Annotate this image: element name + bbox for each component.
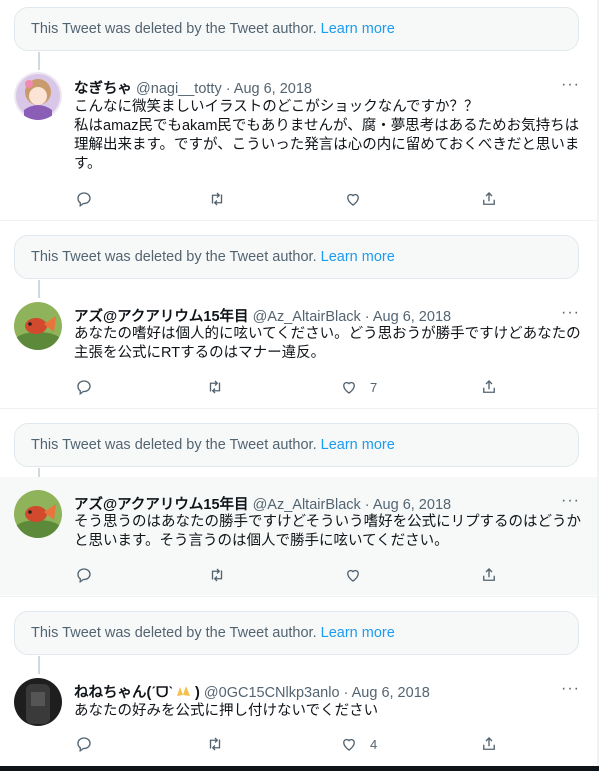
deleted-tweet-notice: This Tweet was deleted by the Tweet auth… <box>14 611 579 655</box>
like-count: 7 <box>370 379 378 395</box>
tweet[interactable]: アズ@アクアリウム15年目 @Az_AltairBlack · Aug 6, 2… <box>0 289 599 407</box>
learn-more-link[interactable]: Learn more <box>321 249 395 265</box>
reply-icon <box>77 192 91 208</box>
tweet-text: あなたの嗜好は個人的に呟いてください。どう思おうが勝手ですけどあなたの主張を公式… <box>74 326 581 361</box>
divider <box>0 220 599 221</box>
like-icon <box>347 569 359 582</box>
handle-date[interactable]: @Az_AltairBlack · Aug 6, 2018 <box>253 309 452 325</box>
retweet-icon <box>209 380 221 394</box>
deleted-notice-text: This Tweet was deleted by the Tweet auth… <box>31 625 317 641</box>
bottom-bar <box>0 766 599 771</box>
more-icon[interactable]: ··· <box>561 304 580 322</box>
reply-button[interactable] <box>75 566 93 584</box>
learn-more-link[interactable]: Learn more <box>321 437 395 453</box>
tweet-text: こんなに微笑ましいイラストのどこがショックなんですか？？ 私はamaz民でもak… <box>74 99 580 172</box>
retweet-button[interactable] <box>206 378 224 396</box>
more-icon[interactable]: ··· <box>561 76 580 94</box>
learn-more-link[interactable]: Learn more <box>321 21 395 37</box>
avatar[interactable] <box>14 302 62 350</box>
like-icon <box>347 193 359 206</box>
display-name[interactable]: なぎちゃ <box>74 81 132 97</box>
display-name[interactable]: アズ@アクアリウム15年目 <box>74 497 249 513</box>
share-icon <box>483 380 495 393</box>
retweet-button[interactable] <box>206 735 224 753</box>
share-icon <box>483 568 495 581</box>
divider <box>0 596 599 597</box>
handle-date[interactable]: @Az_AltairBlack · Aug 6, 2018 <box>253 497 452 513</box>
retweet-icon <box>209 737 221 751</box>
tweet-header: なぎちゃ @nagi__totty · Aug 6, 2018 <box>74 77 312 98</box>
avatar[interactable] <box>14 72 62 120</box>
avatar[interactable] <box>14 490 62 538</box>
share-button[interactable] <box>480 190 498 208</box>
tweet[interactable]: なぎちゃ @nagi__totty · Aug 6, 2018 ··· こんなに… <box>0 58 599 218</box>
deleted-tweet-notice: This Tweet was deleted by the Tweet auth… <box>14 423 579 467</box>
tweet-text: あなたの好みを公式に押し付けないでください <box>74 703 379 719</box>
tweet-header: アズ@アクアリウム15年目 @Az_AltairBlack · Aug 6, 2… <box>74 305 451 326</box>
reply-icon <box>77 737 91 753</box>
avatar[interactable] <box>14 678 62 726</box>
deleted-notice-text: This Tweet was deleted by the Tweet auth… <box>31 437 317 453</box>
like-button[interactable]: 7 <box>340 378 377 396</box>
like-icon <box>343 381 355 394</box>
retweet-button[interactable] <box>208 190 226 208</box>
display-name[interactable]: アズ@アクアリウム15年目 <box>74 309 249 325</box>
tweet-text: そう思うのはあなたの勝手ですけどそういう嗜好を公式にリプするのはどうかと思います… <box>74 514 582 549</box>
tweet[interactable]: ねねちゃん(ˊᗜˋ) @0GC15CNlkp3anlo · Aug 6, 201… <box>0 665 599 765</box>
display-name-end[interactable]: ) <box>195 685 200 701</box>
reply-button[interactable] <box>75 735 93 753</box>
tweet-header: アズ@アクアリウム15年目 @Az_AltairBlack · Aug 6, 2… <box>74 493 451 514</box>
reply-icon <box>77 568 91 584</box>
deleted-notice-text: This Tweet was deleted by the Tweet auth… <box>31 249 317 265</box>
retweet-icon <box>211 192 223 206</box>
like-button[interactable] <box>344 566 374 584</box>
handle-date[interactable]: @0GC15CNlkp3anlo · Aug 6, 2018 <box>204 685 430 701</box>
share-button[interactable] <box>480 566 498 584</box>
reply-button[interactable] <box>75 378 93 396</box>
display-name[interactable]: ねねちゃん(ˊᗜˋ <box>74 685 173 701</box>
like-button[interactable]: 4 <box>340 735 377 753</box>
deleted-tweet-notice: This Tweet was deleted by the Tweet auth… <box>14 235 579 279</box>
retweet-button[interactable] <box>208 566 226 584</box>
handle-date[interactable]: @nagi__totty · Aug 6, 2018 <box>136 81 312 97</box>
deleted-tweet-notice: This Tweet was deleted by the Tweet auth… <box>14 7 579 51</box>
more-icon[interactable]: ··· <box>561 680 580 698</box>
reply-icon <box>77 380 91 396</box>
retweet-icon <box>211 568 223 582</box>
learn-more-link[interactable]: Learn more <box>321 625 395 641</box>
share-icon <box>483 192 495 205</box>
tweet-header: ねねちゃん(ˊᗜˋ) @0GC15CNlkp3anlo · Aug 6, 201… <box>74 681 430 702</box>
share-icon <box>483 737 495 750</box>
divider <box>0 408 599 409</box>
reply-button[interactable] <box>75 190 93 208</box>
deleted-notice-text: This Tweet was deleted by the Tweet auth… <box>31 21 317 37</box>
tweet[interactable]: アズ@アクアリウム15年目 @Az_AltairBlack · Aug 6, 2… <box>0 477 599 595</box>
clap-emoji <box>177 686 191 696</box>
share-button[interactable] <box>480 735 498 753</box>
more-icon[interactable]: ··· <box>561 492 580 510</box>
like-button[interactable] <box>344 190 374 208</box>
like-icon <box>343 738 355 751</box>
share-button[interactable] <box>480 378 498 396</box>
like-count: 4 <box>370 736 378 752</box>
